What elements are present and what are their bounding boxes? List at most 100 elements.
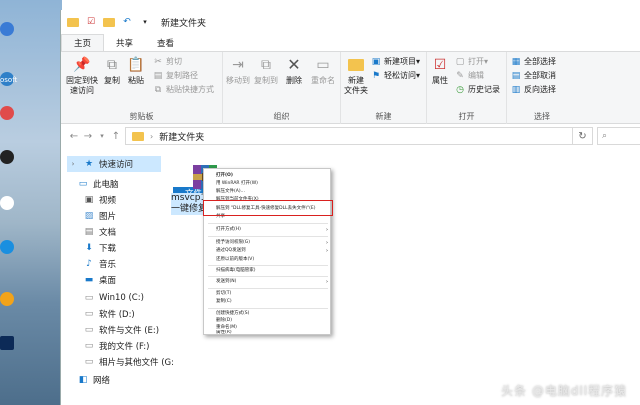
nav-label: 文档 bbox=[99, 228, 117, 238]
copy-path-button[interactable]: ▤ 复制路径 bbox=[153, 70, 198, 81]
nav-drive-f[interactable]: ▭ 我的文件 (F:) bbox=[83, 338, 150, 354]
select-all-button[interactable]: ▦ 全部选择 bbox=[511, 56, 556, 67]
copy-to-button[interactable]: ⧉ 复制到 bbox=[253, 56, 279, 86]
menu-item-open-winrar[interactable]: 用 WinRAR 打开(W) bbox=[204, 180, 332, 188]
menu-item-send-qq[interactable]: 通过QQ发送到 › bbox=[204, 247, 332, 255]
scissors-icon: ✂ bbox=[154, 56, 162, 67]
desktop-app-icon[interactable] bbox=[0, 22, 14, 36]
desktop-app-icon[interactable] bbox=[0, 336, 14, 350]
new-folder-quick-icon[interactable] bbox=[103, 16, 115, 28]
computer-icon: ▭ bbox=[78, 179, 88, 189]
clipboard-icon: 📋 bbox=[127, 57, 145, 73]
desktop-app-icon[interactable] bbox=[0, 196, 14, 210]
nav-label: 快速访问 bbox=[99, 160, 134, 170]
nav-music[interactable]: ♪ 音乐 bbox=[83, 256, 116, 272]
delete-button[interactable]: ✕ 删除 bbox=[283, 56, 305, 86]
forward-arrow-icon[interactable]: → bbox=[81, 131, 95, 142]
recent-chevron-icon[interactable]: ▾ bbox=[95, 132, 109, 140]
invert-selection-button[interactable]: ▥ 反向选择 bbox=[511, 84, 556, 95]
drive-icon: ▭ bbox=[84, 341, 94, 351]
nav-drive-d[interactable]: ▭ 软件 (D:) bbox=[83, 306, 135, 322]
nav-downloads[interactable]: ⬇ 下载 bbox=[83, 240, 116, 256]
edit-button[interactable]: ✎ 编辑 bbox=[455, 70, 484, 81]
select-none-icon: ▤ bbox=[511, 70, 521, 81]
menu-item-scan-virus[interactable]: 扫描病毒(电脑管家) bbox=[204, 267, 332, 275]
qq-icon[interactable] bbox=[0, 150, 14, 164]
menu-item-open[interactable]: 打开(O) bbox=[204, 172, 332, 180]
menu-item-copy[interactable]: 复制(C) bbox=[204, 298, 332, 306]
history-button[interactable]: ◷ 历史记录 bbox=[455, 84, 500, 95]
properties-button[interactable]: ☑ 属性 bbox=[429, 56, 451, 86]
new-folder-button[interactable]: 新建 文件夹 bbox=[343, 56, 369, 96]
up-arrow-icon[interactable]: ↑ bbox=[109, 131, 123, 142]
nav-label: 下载 bbox=[99, 244, 117, 254]
desktop-app-icon[interactable] bbox=[0, 240, 14, 254]
nav-this-pc[interactable]: ▭ 此电脑 bbox=[77, 176, 119, 192]
new-group: 新建 文件夹 ▣ 新建项目▾ ⚑ 轻松访问▾ 新建 bbox=[341, 52, 427, 124]
nav-documents[interactable]: ▤ 文档 bbox=[83, 224, 116, 240]
menu-item-cut[interactable]: 剪切(T) bbox=[204, 290, 332, 298]
nav-label: 相片与其他文件 (G: bbox=[99, 358, 174, 368]
clipboard-group-label: 剪贴板 bbox=[129, 112, 154, 121]
paste-button[interactable]: 📋 粘贴 bbox=[125, 56, 147, 86]
desktop-background: osoft bbox=[0, 0, 62, 405]
paste-shortcut-icon: ⧉ bbox=[154, 84, 162, 95]
folder-icon bbox=[67, 16, 79, 28]
paste-shortcut-button[interactable]: ⧉ 粘贴快捷方式 bbox=[153, 84, 214, 95]
menu-separator bbox=[208, 308, 328, 309]
copy-to-label: 复制到 bbox=[254, 76, 278, 85]
select-none-button[interactable]: ▤ 全部取消 bbox=[511, 70, 556, 81]
paste-label: 粘贴 bbox=[128, 76, 144, 85]
nav-drive-g[interactable]: ▭ 相片与其他文件 (G: bbox=[83, 354, 174, 370]
properties-quick-icon[interactable]: ☑ bbox=[85, 16, 97, 28]
menu-separator bbox=[208, 265, 328, 266]
refresh-icon[interactable]: ↻ bbox=[573, 127, 593, 145]
address-path: 新建文件夹 bbox=[159, 132, 205, 143]
search-box[interactable]: ⌕ bbox=[597, 127, 640, 145]
menu-item-send-to[interactable]: 发送到(N) › bbox=[204, 278, 332, 286]
select-none-label: 全部取消 bbox=[524, 71, 556, 80]
pin-icon: 📌 bbox=[73, 57, 91, 73]
network-icon: ◧ bbox=[78, 375, 88, 385]
rename-button[interactable]: ▭ 重命名 bbox=[309, 56, 337, 86]
explorer-window: ☑ ↶ ▾ 新建文件夹 文件 主页 共享 查看 📌 固定到快 速访问 ⧉ 复制 … bbox=[60, 10, 640, 405]
menu-item-restore-versions[interactable]: 还原以前的版本(V) bbox=[204, 256, 332, 264]
address-bar-row: ← → ▾ ↑ › 新建文件夹 ↻ ⌕ bbox=[61, 124, 640, 148]
undo-icon[interactable]: ↶ bbox=[121, 16, 133, 28]
nav-network[interactable]: ◧ 网络 bbox=[77, 372, 110, 388]
invert-selection-icon: ▥ bbox=[511, 84, 521, 95]
menu-item-extract[interactable]: 解压文件(A)... bbox=[204, 188, 332, 196]
nav-drive-c[interactable]: ▭ Win10 (C:) bbox=[83, 290, 144, 306]
menu-item-properties[interactable]: 属性(R) bbox=[204, 330, 332, 336]
address-box[interactable]: › 新建文件夹 bbox=[125, 127, 573, 145]
nav-drive-e[interactable]: ▭ 软件与文件 (E:) bbox=[83, 322, 159, 338]
cut-button[interactable]: ✂ 剪切 bbox=[153, 56, 182, 67]
tab-view[interactable]: 查看 bbox=[145, 34, 186, 51]
menu-item-grant-access[interactable]: 授予访问权限(G) › bbox=[204, 239, 332, 247]
select-group-label: 选择 bbox=[534, 112, 550, 121]
open-button[interactable]: ▢ 打开▾ bbox=[455, 56, 488, 67]
nav-videos[interactable]: ▣ 视频 bbox=[83, 192, 116, 208]
menu-item-open-with[interactable]: 打开方式(H) › bbox=[204, 226, 332, 234]
move-to-icon: ⇥ bbox=[232, 57, 244, 73]
copy-button[interactable]: ⧉ 复制 bbox=[101, 56, 123, 86]
tab-home[interactable]: 主页 bbox=[61, 34, 105, 51]
back-arrow-icon[interactable]: ← bbox=[67, 131, 81, 142]
select-group: ▦ 全部选择 ▤ 全部取消 ▥ 反向选择 选择 bbox=[507, 52, 577, 124]
desktop-app-icon[interactable] bbox=[0, 292, 14, 306]
chevron-down-icon[interactable]: ▾ bbox=[139, 16, 151, 28]
easy-access-button[interactable]: ⚑ 轻松访问▾ bbox=[371, 70, 420, 81]
paste-shortcut-label: 粘贴快捷方式 bbox=[166, 85, 214, 94]
nav-pictures[interactable]: ▨ 图片 bbox=[83, 208, 116, 224]
desktop-app-icon[interactable] bbox=[0, 106, 14, 120]
new-item-button[interactable]: ▣ 新建项目▾ bbox=[371, 56, 420, 67]
copy-icon: ⧉ bbox=[107, 57, 117, 73]
menu-item-label: 打开方式(H) bbox=[216, 227, 241, 232]
pin-quick-access-button[interactable]: 📌 固定到快 速访问 bbox=[63, 56, 101, 96]
nav-desktop[interactable]: ▬ 桌面 bbox=[83, 272, 116, 288]
document-icon: ▤ bbox=[84, 227, 94, 237]
nav-quick-access[interactable]: › ★ 快速访问 bbox=[67, 156, 161, 172]
history-label: 历史记录 bbox=[468, 85, 500, 94]
move-to-button[interactable]: ⇥ 移动到 bbox=[225, 56, 251, 86]
tab-share[interactable]: 共享 bbox=[104, 34, 145, 51]
